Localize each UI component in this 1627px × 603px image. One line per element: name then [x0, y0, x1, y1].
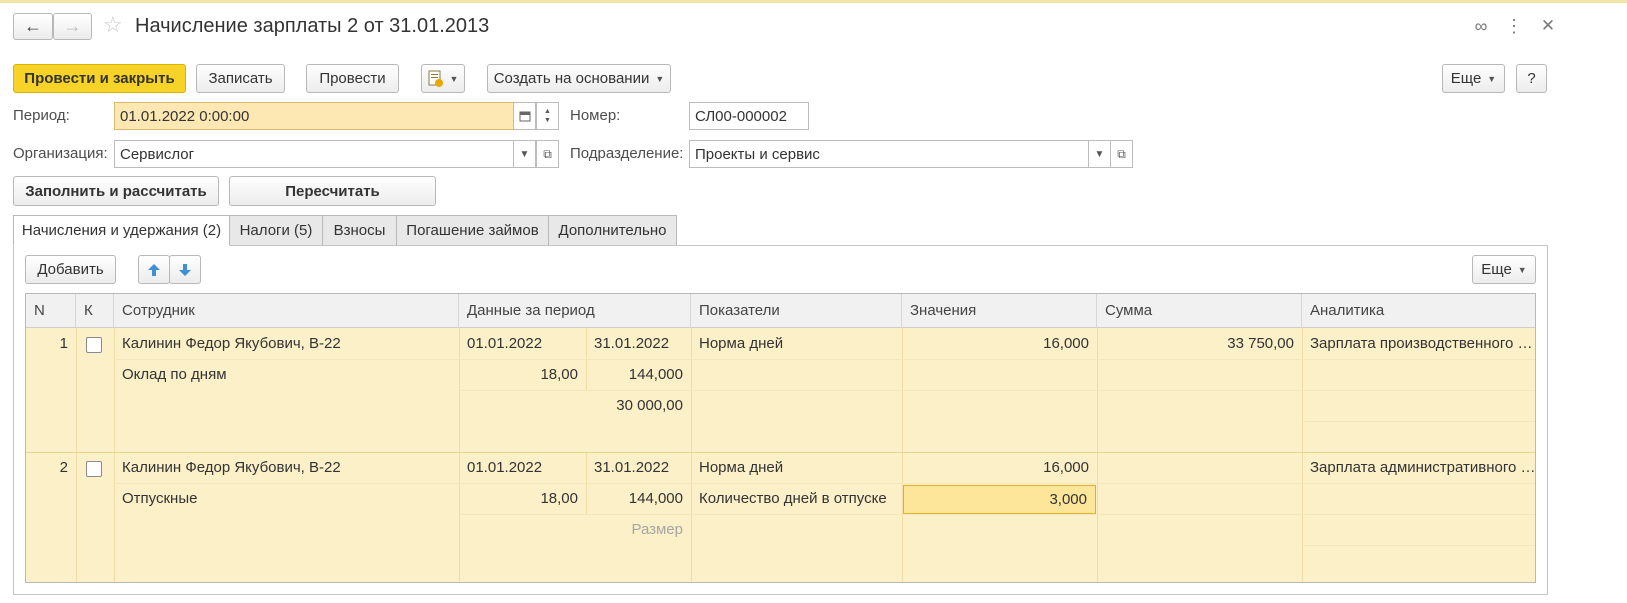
more-label: Еще — [1450, 70, 1482, 87]
period-spinner[interactable]: ▲ ▼ — [536, 102, 559, 130]
chevron-down-icon: ▼ — [1487, 73, 1497, 84]
date-from-cell[interactable]: 01.01.2022 — [459, 452, 586, 483]
analytics-cell[interactable]: Зарплата производственного … — [1302, 328, 1535, 359]
top-accent-line — [0, 0, 1627, 3]
selected-value-cell[interactable]: 3,000 — [903, 485, 1096, 514]
header-n[interactable]: N — [26, 294, 76, 328]
add-button[interactable]: Добавить — [25, 255, 116, 284]
close-icon[interactable]: ✕ — [1537, 15, 1559, 37]
number-label: Номер: — [570, 107, 621, 124]
accruals-table[interactable]: N К Сотрудник Данные за период Показател… — [25, 293, 1536, 583]
calendar-icon[interactable] — [513, 102, 536, 130]
document-settings-icon — [428, 70, 443, 87]
header-employee[interactable]: Сотрудник — [114, 294, 459, 328]
department-dropdown-icon[interactable]: ▼ — [1088, 140, 1111, 168]
organization-label: Организация: — [13, 145, 108, 162]
hours-cell[interactable]: 144,000 — [586, 359, 691, 390]
value-cell[interactable]: 16,000 — [902, 452, 1097, 483]
column-divider — [1097, 328, 1098, 582]
tab-additional[interactable]: Дополнительно — [548, 215, 677, 246]
recalculate-button[interactable]: Пересчитать — [229, 176, 436, 206]
link-icon[interactable]: ∞ — [1470, 15, 1492, 37]
header-period-data[interactable]: Данные за период — [459, 294, 691, 328]
analytics-cell[interactable]: Зарплата административного … — [1302, 452, 1535, 483]
number-field[interactable]: СЛ00-000002 — [689, 102, 809, 130]
tab-contributions[interactable]: Взносы — [322, 215, 397, 246]
employee-cell[interactable]: Калинин Федор Якубович, В-22 — [114, 452, 459, 483]
date-to-cell[interactable]: 31.01.2022 — [586, 328, 691, 359]
organization-field[interactable]: Сервислог — [114, 140, 514, 168]
value-cell[interactable]: 16,000 — [902, 328, 1097, 359]
date-to-cell[interactable]: 31.01.2022 — [586, 452, 691, 483]
fill-and-calculate-button[interactable]: Заполнить и рассчитать — [13, 176, 219, 206]
employee-cell[interactable]: Калинин Федор Якубович, В-22 — [114, 328, 459, 359]
more-button[interactable]: Еще ▼ — [1442, 64, 1505, 93]
chevron-down-icon: ▼ — [449, 73, 459, 84]
base-amount-cell[interactable]: 30 000,00 — [459, 390, 691, 421]
header-values[interactable]: Значения — [902, 294, 1097, 328]
forward-arrow-icon: → — [63, 16, 82, 36]
sum-cell[interactable]: 33 750,00 — [1097, 328, 1302, 359]
row-number: 2 — [59, 459, 68, 476]
period-label: Период: — [13, 107, 70, 124]
print-dropdown-button[interactable]: ▼ — [421, 64, 465, 93]
indicator-cell: Норма дней — [699, 459, 784, 476]
row-number: 1 — [59, 335, 68, 352]
header-analytics[interactable]: Аналитика — [1302, 294, 1535, 328]
page-title: Начисление зарплаты 2 от 31.01.2013 — [135, 15, 490, 37]
post-and-close-button[interactable]: Провести и закрыть — [13, 64, 186, 93]
create-based-on-label: Создать на основании — [493, 70, 650, 87]
organization-open-icon[interactable]: ⧉ — [536, 140, 559, 168]
create-based-on-button[interactable]: Создать на основании ▼ — [487, 64, 671, 93]
move-up-button[interactable] — [138, 255, 170, 284]
star-icon[interactable]: ☆ — [103, 12, 123, 38]
header-sum[interactable]: Сумма — [1097, 294, 1302, 328]
row-checkbox[interactable] — [86, 337, 102, 353]
chevron-down-icon: ▼ — [1517, 264, 1527, 275]
period-field[interactable]: 01.01.2022 0:00:00 — [114, 102, 514, 130]
department-open-icon[interactable]: ⧉ — [1110, 140, 1133, 168]
tab-accruals[interactable]: Начисления и удержания (2) — [13, 215, 230, 246]
hours-cell[interactable]: 144,000 — [586, 483, 691, 514]
department-label: Подразделение: — [570, 145, 684, 162]
post-button[interactable]: Провести — [306, 64, 399, 93]
arrow-up-icon — [148, 263, 160, 276]
indicator-cell: Норма дней — [699, 335, 784, 352]
arrow-down-icon — [179, 263, 191, 276]
tab-loan-repayment[interactable]: Погашение займов — [396, 215, 549, 246]
move-down-button[interactable] — [169, 255, 201, 284]
tab-taxes[interactable]: Налоги (5) — [229, 215, 323, 246]
more-vertical-icon[interactable]: ⋮ — [1505, 15, 1523, 37]
save-button[interactable]: Записать — [196, 64, 285, 93]
spin-up-icon[interactable]: ▲ — [544, 107, 551, 116]
indicator-cell: Количество дней в отпуске — [699, 490, 887, 507]
column-divider — [76, 328, 77, 582]
row-checkbox[interactable] — [86, 461, 102, 477]
spin-down-icon[interactable]: ▼ — [544, 116, 551, 125]
forward-button[interactable]: → — [53, 13, 92, 40]
back-arrow-icon: ← — [24, 16, 42, 36]
base-amount-placeholder[interactable]: Размер — [459, 514, 691, 545]
chevron-down-icon: ▼ — [655, 73, 665, 84]
date-from-cell[interactable]: 01.01.2022 — [459, 328, 586, 359]
header-k[interactable]: К — [76, 294, 114, 328]
row-divider — [1302, 545, 1535, 546]
header-indicators[interactable]: Показатели — [691, 294, 902, 328]
organization-dropdown-icon[interactable]: ▼ — [513, 140, 536, 168]
back-button[interactable]: ← — [13, 13, 53, 40]
accrual-type-cell[interactable]: Отпускные — [114, 483, 459, 514]
help-button[interactable]: ? — [1516, 64, 1547, 93]
accrual-type-cell[interactable]: Оклад по дням — [114, 359, 459, 390]
table-more-button[interactable]: Еще ▼ — [1472, 255, 1536, 284]
row-divider — [1302, 421, 1535, 422]
days-cell[interactable]: 18,00 — [459, 483, 586, 514]
days-cell[interactable]: 18,00 — [459, 359, 586, 390]
table-more-label: Еще — [1481, 261, 1512, 278]
department-field[interactable]: Проекты и сервис — [689, 140, 1089, 168]
